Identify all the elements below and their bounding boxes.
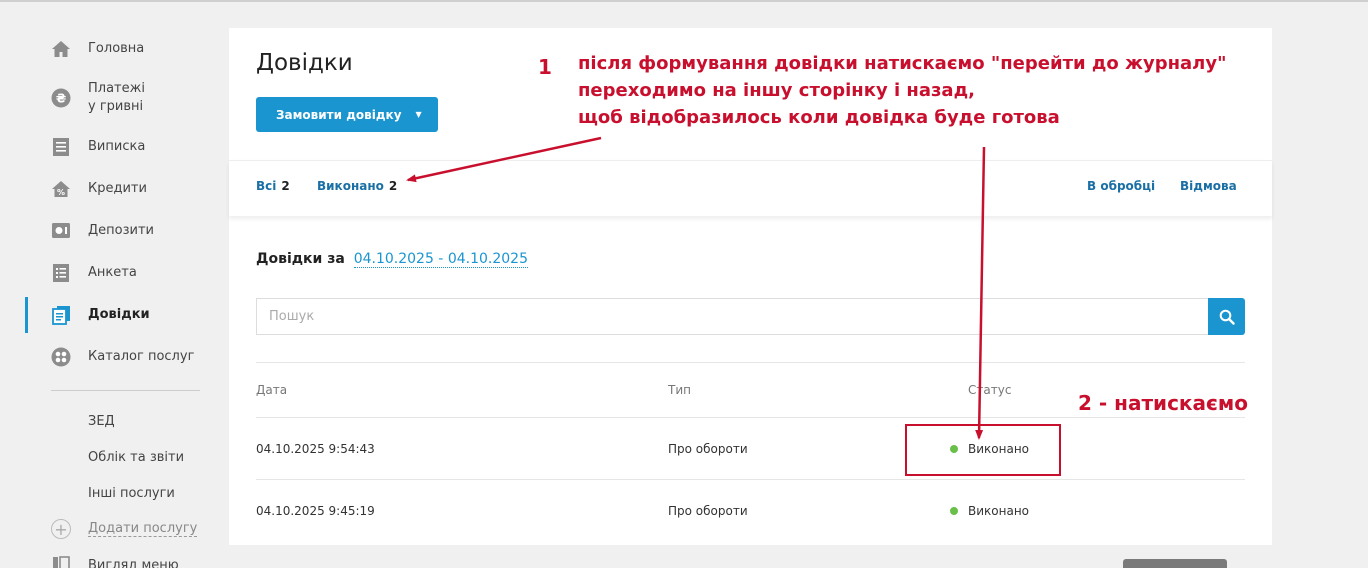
search-button[interactable] (1208, 298, 1245, 335)
sidebar-item-label: Депозити (88, 223, 154, 238)
home-icon (51, 39, 71, 59)
svg-text:₴: ₴ (56, 92, 66, 106)
annotation-highlight-box (905, 424, 1061, 476)
form-icon (51, 263, 71, 283)
period-range-link[interactable]: 04.10.2025 - 04.10.2025 (353, 251, 528, 268)
svg-text:%: % (57, 188, 65, 197)
annotation-step2-text: 2 - натискаємо (1078, 391, 1248, 415)
period-filter: Довідки за 04.10.2025 - 04.10.2025 (256, 251, 528, 268)
sidebar-item-other-services[interactable]: Інші послуги (0, 475, 215, 511)
sidebar-item-catalog[interactable]: Каталог послуг (0, 336, 215, 378)
tab-rejected[interactable]: Відмова (1180, 179, 1237, 193)
sidebar-item-label: Анкета (88, 265, 137, 280)
statement-icon (51, 137, 71, 157)
tab-all[interactable]: Всі 2 (256, 179, 290, 193)
sidebar-item-home[interactable]: Головна (0, 28, 215, 70)
tab-count: 2 (281, 179, 290, 193)
tab-label: Відмова (1180, 179, 1237, 193)
sidebar-item-label: Виписка (88, 139, 146, 154)
hryvnia-icon: ₴ (51, 88, 71, 108)
order-certificate-label: Замовити довідку (276, 107, 402, 122)
sidebar-item-accounting[interactable]: Облік та звіти (0, 439, 215, 475)
sidebar-item-label: Кредити (88, 181, 147, 196)
layout-icon (51, 555, 71, 568)
tab-count: 2 (388, 179, 398, 193)
caret-down-icon: ▼ (415, 110, 422, 119)
annotation-line: після формування довідки натискаємо "пер… (578, 53, 1227, 74)
sidebar-item-credits[interactable]: % Кредити (0, 168, 215, 210)
sidebar-item-label: Платежі у гривні (88, 81, 145, 114)
sidebar-item-zed[interactable]: ЗЕД (0, 403, 215, 439)
cell-status: Виконано (950, 504, 1029, 518)
column-header-status[interactable]: Статус (968, 383, 1011, 397)
sidebar-item-deposits[interactable]: Депозити (0, 210, 215, 252)
table-row[interactable]: 04.10.2025 9:54:43 Про обороти Виконано (256, 418, 1245, 480)
deposit-icon (51, 221, 71, 241)
cell-date: 04.10.2025 9:45:19 (256, 504, 375, 518)
certificates-icon (51, 305, 71, 325)
sidebar-item-label: Головна (88, 41, 145, 56)
status-tabs: Всі 2 Виконано 2 В обробці Відмова (229, 160, 1272, 216)
credit-icon: % (51, 179, 71, 199)
tab-label: Виконано (317, 179, 384, 193)
period-label: Довідки за (256, 251, 345, 267)
sidebar-item-form[interactable]: Анкета (0, 252, 215, 294)
top-border (0, 0, 1368, 2)
status-dot-icon (950, 506, 958, 515)
sidebar-item-label: Каталог послуг (88, 349, 195, 364)
status-text: Виконано (968, 504, 1030, 518)
sidebar-divider (51, 390, 200, 391)
sidebar-item-label: Довідки (88, 307, 150, 322)
bottom-button[interactable] (1123, 559, 1227, 568)
annotation-line: переходимо на іншу сторінку і назад, (578, 80, 975, 101)
column-header-date[interactable]: Дата (256, 383, 287, 397)
search-bar (256, 298, 1245, 335)
add-service-label: Додати послугу (88, 521, 198, 537)
order-certificate-button[interactable]: Замовити довідку ▼ (256, 97, 438, 132)
page-title: Довідки (256, 50, 353, 76)
search-input[interactable] (256, 298, 1208, 335)
plus-circle-icon: + (51, 519, 71, 539)
cell-date: 04.10.2025 9:54:43 (256, 442, 375, 456)
search-icon (1219, 309, 1235, 325)
tab-processing[interactable]: В обробці (1087, 179, 1155, 193)
view-menu-button[interactable]: Вигляд меню (0, 547, 215, 568)
catalog-icon (51, 347, 71, 367)
cell-type: Про обороти (668, 442, 748, 456)
annotation-line: щоб відобразилось коли довідка буде гото… (578, 107, 1060, 128)
tab-done[interactable]: Виконано 2 (317, 179, 397, 193)
table-row[interactable]: 04.10.2025 9:45:19 Про обороти Виконано (256, 480, 1245, 542)
tab-label: Всі (256, 179, 277, 193)
cell-type: Про обороти (668, 504, 748, 518)
column-header-type[interactable]: Тип (668, 383, 691, 397)
sidebar-item-payments[interactable]: ₴ Платежі у гривні (0, 70, 215, 126)
certificates-table: Дата Тип Статус 04.10.2025 9:54:43 Про о… (256, 362, 1245, 542)
annotation-step1-text: після формування довідки натискаємо "пер… (578, 50, 1226, 131)
sidebar-item-statement[interactable]: Виписка (0, 126, 215, 168)
add-service-button[interactable]: + Додати послугу (0, 511, 215, 547)
annotation-step1-number: 1 (538, 55, 552, 79)
sidebar-item-certificates[interactable]: Довідки (0, 294, 215, 336)
tab-label: В обробці (1087, 179, 1156, 193)
view-menu-label: Вигляд меню (88, 557, 179, 568)
sidebar: Головна ₴ Платежі у гривні Виписка % Кре… (0, 28, 215, 568)
